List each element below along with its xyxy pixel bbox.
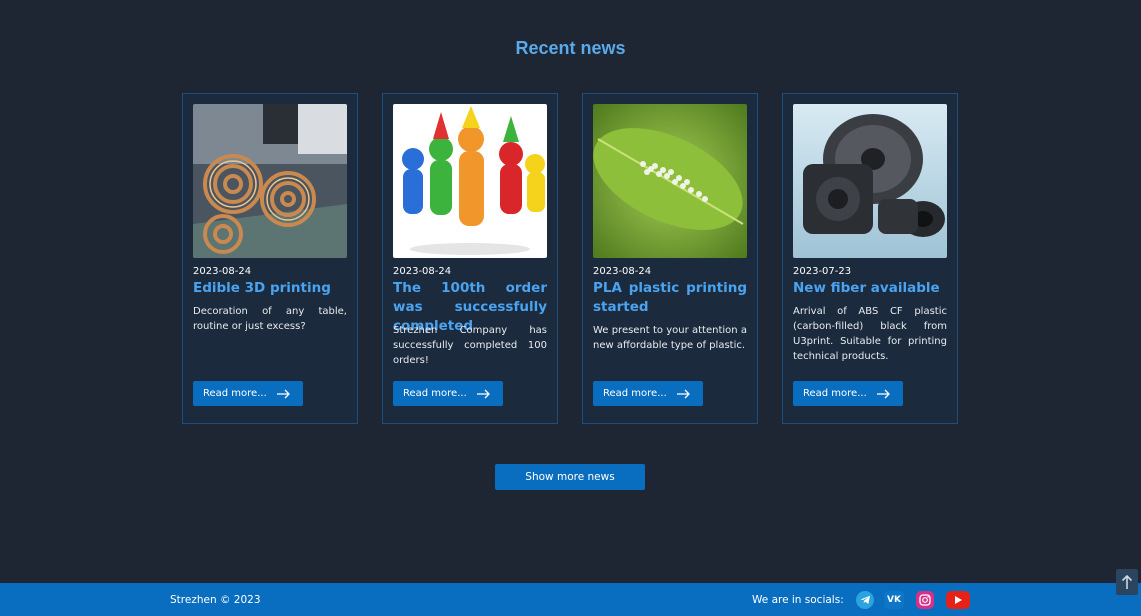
arrow-right-icon (476, 389, 490, 398)
read-more-label: Read more... (803, 388, 867, 399)
3d-printed-cookies-image[interactable] (193, 104, 347, 258)
read-more-button[interactable]: Read more... (193, 381, 303, 406)
card-date: 2023-08-24 (193, 266, 252, 277)
instagram-icon[interactable] (916, 591, 934, 609)
card-date: 2023-07-23 (793, 266, 852, 277)
news-card: 2023-08-24 PLA plastic printing started … (582, 93, 758, 424)
read-more-label: Read more... (603, 388, 667, 399)
party-figures-image[interactable] (393, 104, 547, 258)
black-spool-parts-image[interactable] (793, 104, 947, 258)
arrow-right-icon (876, 389, 890, 398)
card-title[interactable]: Edible 3D printing (193, 279, 347, 298)
card-title[interactable]: PLA plastic printing started (593, 279, 747, 317)
news-card: 2023-07-23 New fiber available Arrival o… (782, 93, 958, 424)
telegram-icon[interactable] (856, 591, 874, 609)
read-more-button[interactable]: Read more... (593, 381, 703, 406)
arrow-right-icon (676, 389, 690, 398)
card-title[interactable]: New fiber available (793, 279, 947, 298)
section-title: Recent news (515, 38, 626, 58)
footer-copyright: Strezhen © 2023 (170, 594, 261, 606)
read-more-button[interactable]: Read more... (393, 381, 503, 406)
news-cards: 2023-08-24 Edible 3D printing Decoration… (182, 93, 958, 424)
arrow-up-icon (1121, 574, 1133, 589)
news-card: 2023-08-24 The 100th order was successfu… (382, 93, 558, 424)
vk-icon[interactable]: VK (884, 591, 904, 609)
read-more-label: Read more... (203, 388, 267, 399)
footer: Strezhen © 2023 We are in socials: VK (0, 583, 1141, 616)
card-text: Arrival of ABS CF plastic (carbon-filled… (793, 306, 947, 362)
card-text: We present to your attention a new affor… (593, 325, 747, 351)
read-more-button[interactable]: Read more... (793, 381, 903, 406)
read-more-label: Read more... (403, 388, 467, 399)
card-date: 2023-08-24 (593, 266, 652, 277)
leaf-with-pellets-image[interactable] (593, 104, 747, 258)
arrow-right-icon (276, 389, 290, 398)
card-date: 2023-08-24 (393, 266, 452, 277)
youtube-icon[interactable] (946, 591, 970, 609)
card-text: Strezhen Company has successfully comple… (393, 325, 547, 366)
show-more-news-button[interactable]: Show more news (495, 464, 645, 490)
socials-label: We are in socials: (752, 594, 844, 606)
scroll-to-top-button[interactable] (1116, 569, 1138, 595)
card-text: Decoration of any table, routine or just… (193, 306, 347, 332)
news-card: 2023-08-24 Edible 3D printing Decoration… (182, 93, 358, 424)
